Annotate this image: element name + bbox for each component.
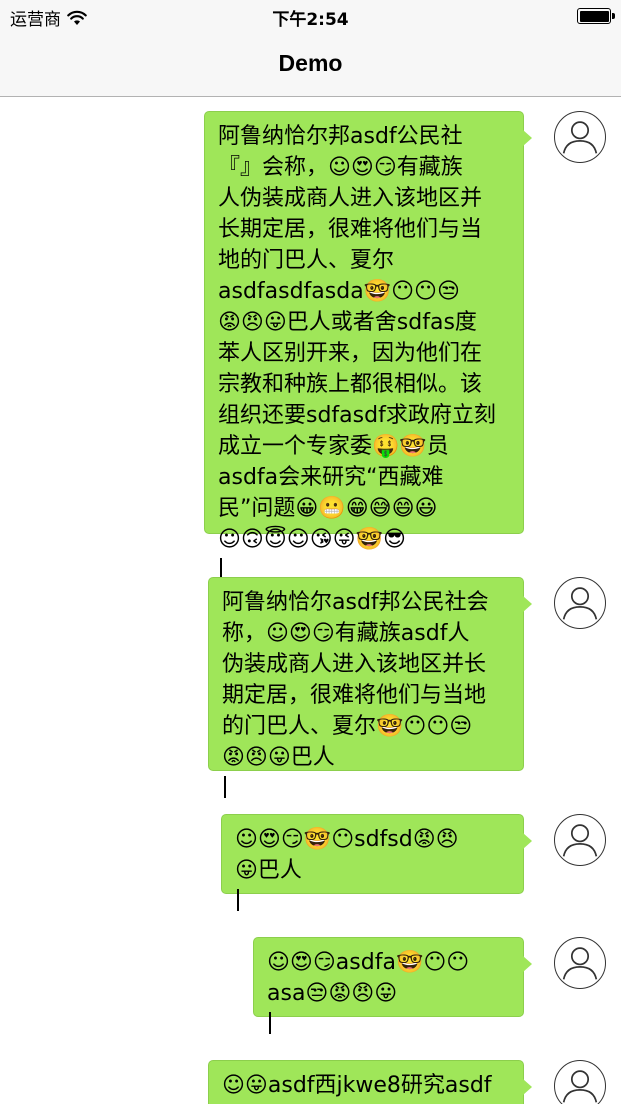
text-cursor [269, 1012, 271, 1034]
battery-icon [577, 8, 615, 24]
message-bubble[interactable]: ☺😛asdf西jkwe8研究asdf [208, 1060, 532, 1104]
avatar[interactable] [554, 577, 606, 629]
avatar[interactable] [554, 814, 606, 866]
message-text: ☺😍😏asdfa🤓😶😶 asa😒😡😠😛 [267, 950, 470, 1006]
avatar[interactable] [554, 937, 606, 989]
message-text: ☺😛asdf西jkwe8研究asdf [222, 1073, 492, 1098]
user-icon [562, 121, 598, 154]
navigation-bar: Demo [0, 34, 621, 97]
user-icon [562, 587, 598, 620]
nav-title: Demo [278, 50, 343, 76]
message-bubble[interactable]: ☺😍😏🤓😶sdfsd😡😠 😛巴人 [221, 814, 532, 911]
status-bar: 运营商 下午2:54 [0, 0, 621, 34]
user-icon [562, 824, 598, 857]
message-text: 阿鲁纳恰尔asdf邦公民社会 称，☺😍😏有藏族asdf人 伪装成商人进入该地区并… [222, 590, 489, 770]
message-text: 阿鲁纳恰尔邦asdf公民社 『』会称，☺😍😏有藏族 人伪装成商人进入该地区并 长… [218, 124, 496, 552]
user-icon [562, 1070, 598, 1103]
message-bubble[interactable]: 阿鲁纳恰尔asdf邦公民社会 称，☺😍😏有藏族asdf人 伪装成商人进入该地区并… [208, 577, 532, 798]
status-time: 下午2:54 [272, 10, 349, 30]
text-cursor [224, 776, 226, 798]
message-bubble[interactable]: ☺😍😏asdfa🤓😶😶 asa😒😡😠😛 [253, 937, 532, 1034]
text-cursor [237, 889, 239, 911]
message-text: ☺😍😏🤓😶sdfsd😡😠 😛巴人 [235, 827, 459, 883]
message-bubble[interactable]: 阿鲁纳恰尔邦asdf公民社 『』会称，☺😍😏有藏族 人伪装成商人进入该地区并 长… [204, 111, 532, 580]
avatar[interactable] [554, 1060, 606, 1104]
avatar[interactable] [554, 111, 606, 163]
user-icon [562, 947, 598, 980]
